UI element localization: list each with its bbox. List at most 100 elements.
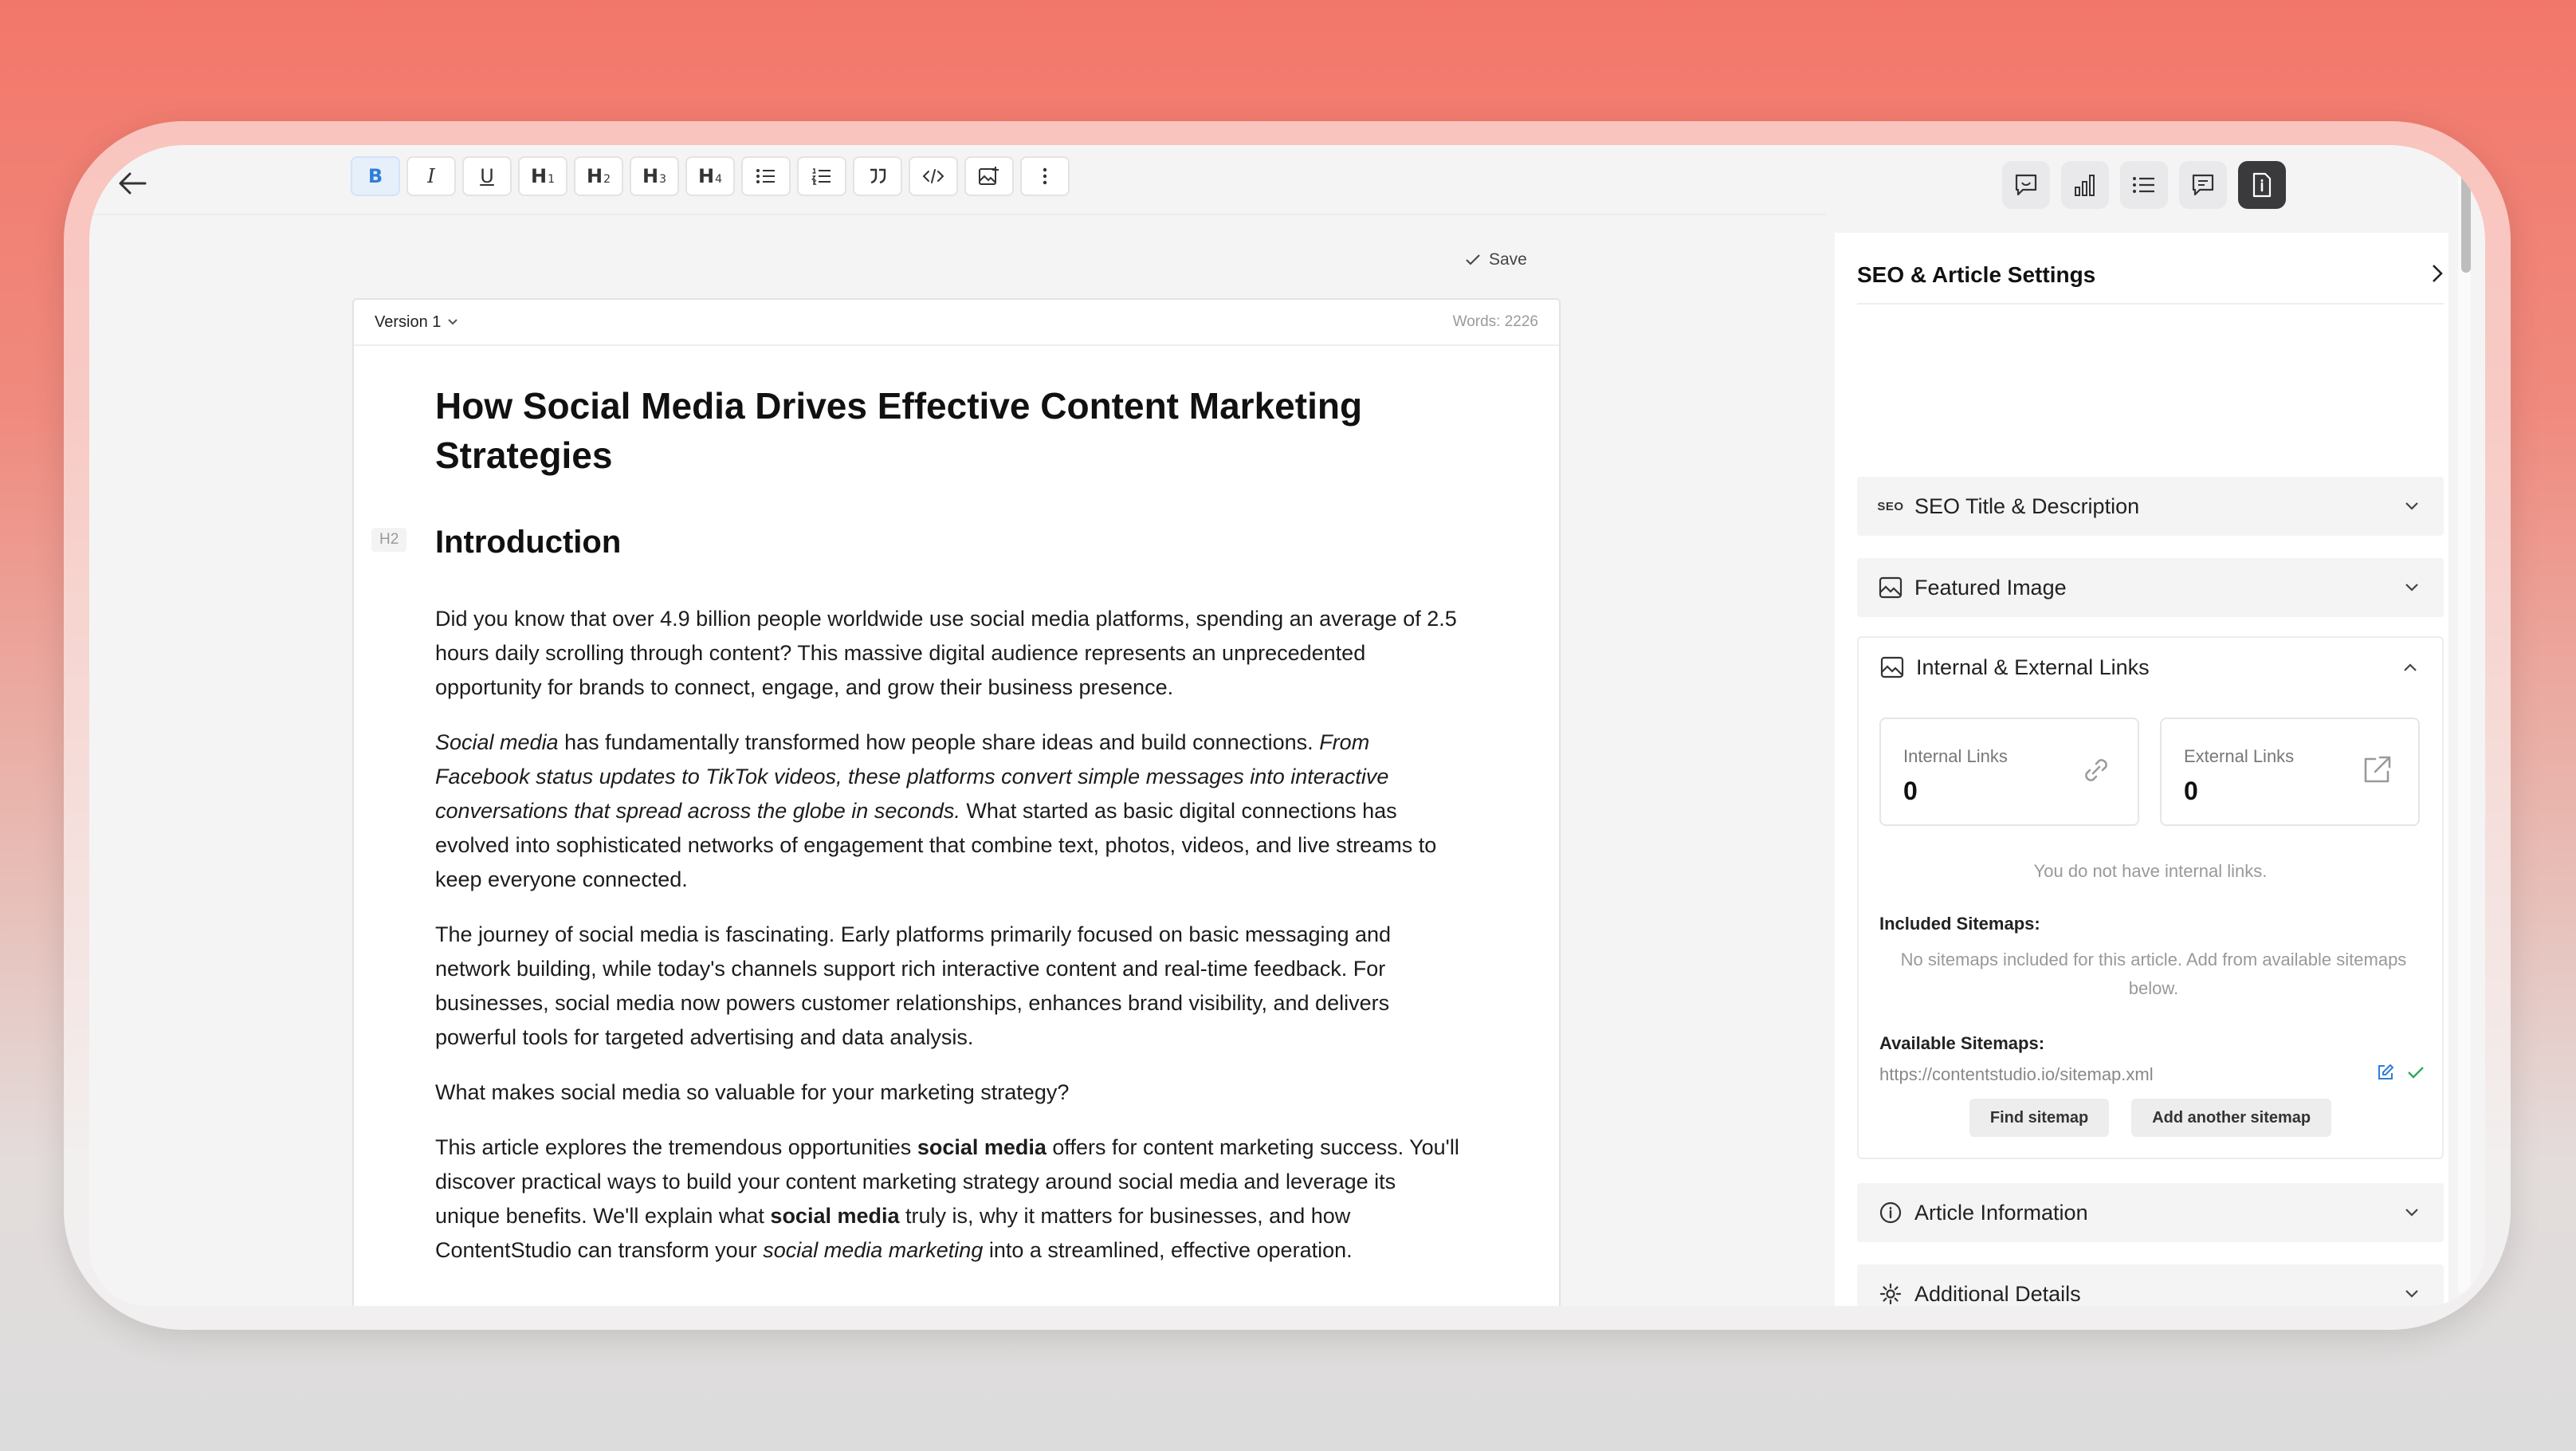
external-link-icon: [2359, 753, 2394, 792]
tab-outline[interactable]: [2120, 161, 2168, 209]
chevron-up-icon: [2399, 656, 2421, 678]
check-icon[interactable]: [2407, 1065, 2425, 1083]
external-links-count: 0: [2184, 777, 2198, 805]
bar-chart-icon: [2075, 175, 2095, 196]
back-arrow-icon[interactable]: [110, 161, 155, 206]
accordion-label: Internal & External Links: [1916, 655, 2150, 679]
editor-area: B I U H1 H2 H3 H4 Save Version 1 Words: …: [89, 145, 1835, 1306]
tab-comments[interactable]: [2179, 161, 2227, 209]
image-icon: [1879, 655, 1905, 680]
ordered-list-icon: [811, 168, 831, 185]
internal-links-count: 0: [1903, 777, 1918, 805]
scrollbar-track[interactable]: [2458, 161, 2471, 1293]
check-icon: [1466, 254, 1480, 265]
bold-text: social media: [770, 1204, 900, 1228]
document-editor[interactable]: Version 1 Words: 2226 How Social Media D…: [352, 298, 1561, 1306]
panel-title: SEO & Article Settings: [1857, 262, 2096, 287]
text-run: into a streamlined, effective operation.: [983, 1238, 1353, 1262]
chevron-down-icon: [2401, 495, 2423, 517]
accordion-label: Article Information: [1914, 1200, 2088, 1225]
accordion-label: Additional Details: [1914, 1281, 2081, 1306]
code-icon: [922, 169, 944, 183]
chevron-down-icon: [2401, 576, 2423, 599]
list-icon: [2133, 177, 2154, 193]
text-run: This article explores the tremendous opp…: [435, 1135, 917, 1159]
document-info-icon: [2252, 172, 2272, 198]
app-window: B I U H1 H2 H3 H4 Save Version 1 Words: …: [89, 145, 2485, 1306]
heading4-button[interactable]: H4: [685, 156, 735, 196]
paragraph[interactable]: Did you know that over 4.9 billion peopl…: [435, 602, 1463, 705]
find-sitemap-button[interactable]: Find sitemap: [1969, 1099, 2110, 1137]
internal-links-card: Internal Links 0: [1879, 718, 2139, 826]
underline-button[interactable]: U: [462, 156, 512, 196]
seo-icon: SEO: [1877, 493, 1904, 519]
add-sitemap-button[interactable]: Add another sitemap: [2131, 1099, 2332, 1137]
save-label: Save: [1489, 250, 1527, 269]
accordion-additional-details[interactable]: Additional Details: [1857, 1264, 2444, 1306]
seo-icon-text: SEO: [1877, 499, 1904, 513]
quote-button[interactable]: [853, 156, 902, 196]
insert-image-button[interactable]: [964, 156, 1014, 196]
heading3-button[interactable]: H3: [630, 156, 679, 196]
chevron-down-icon: [2401, 1201, 2423, 1224]
paragraph[interactable]: Social media has fundamentally transform…: [435, 726, 1463, 897]
save-button[interactable]: Save: [1465, 250, 1527, 269]
tab-analytics[interactable]: [2061, 161, 2109, 209]
more-options-button[interactable]: [1020, 156, 1070, 196]
formatting-toolbar: B I U H1 H2 H3 H4: [351, 156, 1070, 196]
quote-icon: [870, 168, 886, 184]
links-section: Internal & External Links Internal Links…: [1857, 636, 2444, 1159]
chat-bot-icon: [2015, 174, 2037, 196]
external-links-label: External Links: [2184, 746, 2295, 766]
paragraph[interactable]: The journey of social media is fascinati…: [435, 918, 1463, 1055]
article-title[interactable]: How Social Media Drives Effective Conten…: [435, 381, 1471, 480]
heading-block: H2 Introduction: [371, 525, 1486, 560]
heading2-button[interactable]: H2: [574, 156, 623, 196]
emphasis-text: Social media: [435, 730, 559, 754]
code-button[interactable]: [909, 156, 958, 196]
ordered-list-button[interactable]: [797, 156, 846, 196]
scrollbar-thumb[interactable]: [2461, 169, 2471, 273]
internal-links-label: Internal Links: [1903, 746, 2008, 766]
seo-settings-panel: SEO & Article Settings SEO SEO Title & D…: [1835, 233, 2448, 1306]
chevron-down-icon: [2401, 1283, 2423, 1305]
bold-button[interactable]: B: [351, 156, 400, 196]
accordion-label: SEO Title & Description: [1914, 493, 2140, 518]
available-sitemaps-label: Available Sitemaps:: [1879, 1033, 2045, 1053]
bullet-list-button[interactable]: [741, 156, 791, 196]
chevron-right-icon[interactable]: [2431, 263, 2444, 288]
word-count: Words: 2226: [1452, 313, 1538, 330]
version-dropdown[interactable]: Version 1: [375, 313, 458, 332]
document-header: Version 1 Words: 2226: [354, 300, 1559, 346]
accordion-featured-image[interactable]: Featured Image: [1857, 558, 2444, 617]
italic-button[interactable]: I: [406, 156, 456, 196]
edit-icon[interactable]: [2377, 1064, 2394, 1085]
bullet-list-icon: [756, 169, 775, 183]
tab-article-settings[interactable]: [2238, 161, 2286, 209]
tab-ai-chat[interactable]: [2002, 161, 2050, 209]
more-vertical-icon: [1043, 167, 1047, 185]
accordion-links[interactable]: Internal & External Links: [1859, 638, 2442, 697]
document-body: How Social Media Drives Effective Conten…: [354, 346, 1486, 1268]
paragraph[interactable]: What makes social media so valuable for …: [435, 1075, 1463, 1110]
accordion-seo-title[interactable]: SEO SEO Title & Description: [1857, 477, 2444, 536]
panel-header: SEO & Article Settings: [1857, 247, 2444, 305]
sitemap-url: https://contentstudio.io/sitemap.xml: [1879, 1064, 2154, 1084]
section-heading[interactable]: Introduction: [435, 525, 1486, 560]
sitemap-row: https://contentstudio.io/sitemap.xml: [1879, 1064, 2425, 1085]
sitemap-actions: [2377, 1064, 2425, 1085]
paragraph[interactable]: This article explores the tremendous opp…: [435, 1131, 1463, 1268]
image-add-icon: [979, 167, 999, 185]
external-links-card: External Links 0: [2160, 718, 2420, 826]
info-icon: [1878, 1200, 1903, 1225]
gear-icon: [1878, 1281, 1903, 1306]
text-run: has fundamentally transformed how people…: [558, 730, 1320, 754]
comment-icon: [2192, 174, 2214, 196]
heading1-button[interactable]: H1: [518, 156, 567, 196]
accordion-article-information[interactable]: Article Information: [1857, 1183, 2444, 1242]
link-stats: Internal Links 0 External Links 0: [1879, 718, 2420, 826]
included-sitemaps-label: Included Sitemaps:: [1879, 914, 2040, 934]
sitemap-buttons: Find sitemap Add another sitemap: [1859, 1099, 2442, 1137]
no-links-message: You do not have internal links.: [2033, 861, 2268, 881]
emphasis-text: social media marketing: [763, 1238, 984, 1262]
